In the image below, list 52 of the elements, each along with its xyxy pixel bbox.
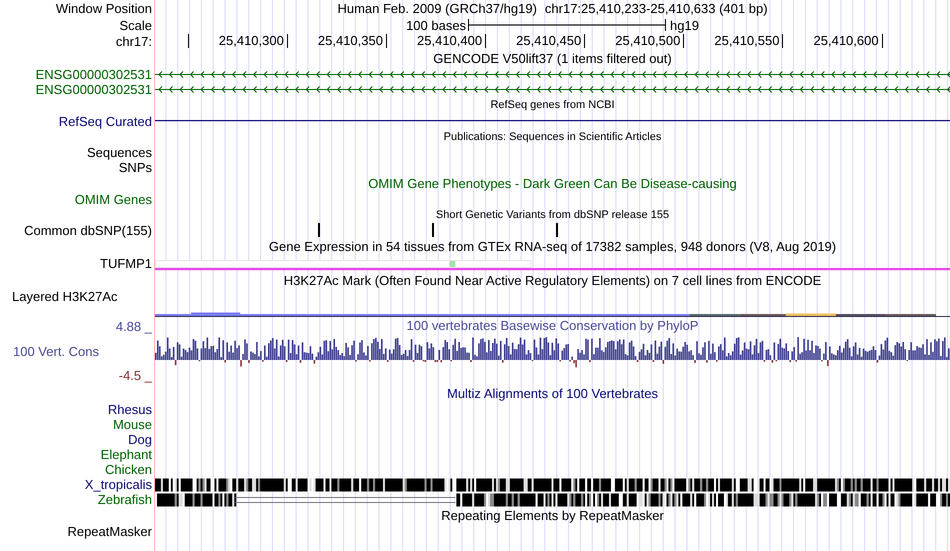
track-label[interactable]: SNPs [118, 160, 152, 175]
track-label[interactable]: Rhesus [108, 402, 152, 417]
track-label[interactable]: Sequences [86, 145, 152, 160]
track-label: Window Position [56, 1, 152, 16]
genome-name: hg19 [669, 18, 699, 32]
track-label[interactable]: RepeatMasker [67, 524, 152, 539]
track-label[interactable]: Chicken [105, 462, 152, 477]
gene-line[interactable] [155, 120, 950, 122]
track-label[interactable]: X_tropicalis [84, 477, 152, 492]
track-label[interactable]: TUFMP1 [100, 256, 152, 271]
track-label[interactable]: Zebrafish [98, 492, 152, 507]
expression-drawing[interactable] [155, 260, 950, 271]
track-label[interactable]: RefSeq Curated [58, 114, 152, 128]
axis-min-label: -4.5 _ [118, 368, 152, 383]
tick-label: 25,410,350 [318, 34, 387, 48]
track-label[interactable]: Mouse [112, 417, 152, 432]
track-title: Publications: Sequences in Scientific Articles [444, 131, 662, 143]
gene-drawing[interactable] [155, 85, 950, 94]
tick-label: 25,410,400 [417, 34, 486, 48]
track-label[interactable]: ENSG00000302531 [36, 67, 152, 82]
variant-tick[interactable] [556, 223, 558, 237]
track-title: Multiz Alignments of 100 Vertebrates [446, 386, 658, 401]
position-text: chr17:25,410,233-25,410,633 (401 bp) [544, 1, 768, 16]
track-label[interactable]: ENSG00000302531 [36, 82, 152, 97]
tick-label: 25,410,500 [615, 34, 684, 48]
track-title: Repeating Elements by RepeatMasker [441, 508, 664, 523]
assembly-text: Human Feb. 2009 (GRCh37/hg19) [337, 1, 537, 16]
variant-tick[interactable] [432, 223, 434, 237]
axis-max-label: 4.88 _ [114, 319, 152, 334]
track-label: chr17: [116, 34, 152, 49]
track-title: Short Genetic Variants from dbSNP release 155 [436, 209, 670, 221]
tick-label: 25,410,300 [218, 34, 288, 48]
track-label[interactable]: Layered H3K27Ac [12, 289, 118, 304]
track-title: OMIM Gene Phenotypes - Dark Green Can Be Disease-causing [368, 176, 737, 191]
gene-drawing[interactable] [155, 70, 950, 79]
track-label: Scale [119, 18, 152, 32]
track-label[interactable]: Elephant [100, 447, 152, 462]
track-title: GENCODE V50lift37 (1 items filtered out) [433, 51, 672, 66]
track-label[interactable]: Dog [128, 432, 152, 447]
track-label[interactable]: Common dbSNP(155) [24, 223, 152, 238]
scale-length: 100 bases [406, 18, 468, 32]
track-label[interactable]: OMIM Genes [74, 192, 152, 207]
track-title: H3K27Ac Mark (Often Found Near Active Regulatory Elements) on 7 cell lines from ENCODE [284, 273, 822, 288]
track-title: Gene Expression in 54 tissues from GTEx RNA-seq of 17382 samples, 948 donors (V8, Aug 2019) [268, 239, 836, 254]
tick-label: 25,410,550 [714, 34, 784, 48]
variant-tick[interactable] [318, 223, 320, 237]
tick-mark [188, 34, 189, 48]
tick-label: 25,410,450 [516, 34, 586, 48]
track-label[interactable]: 100 Vert. Cons [0, 344, 152, 358]
track-title: 100 vertebrates Basewise Conservation by PhyloP [406, 318, 700, 334]
tick-label: 25,410,600 [814, 34, 883, 48]
track-title: RefSeq genes from NCBI [490, 99, 615, 111]
